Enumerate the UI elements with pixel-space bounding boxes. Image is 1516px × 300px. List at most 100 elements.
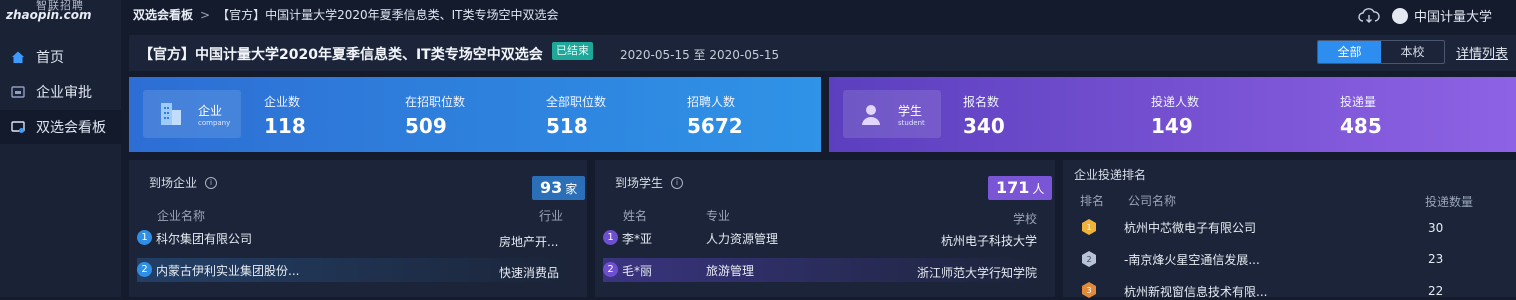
stat-value: 340 bbox=[963, 114, 1005, 138]
logo-text-en: zhaopin.com bbox=[6, 8, 92, 22]
count-value: 171 bbox=[996, 178, 1030, 197]
user-avatar-icon[interactable] bbox=[1391, 7, 1408, 24]
stat-registrations: 报名数 340 bbox=[963, 93, 1005, 138]
company-category-box: 企业 company bbox=[143, 90, 241, 138]
stat-value: 509 bbox=[405, 114, 447, 138]
panel-title-text: 到场学生 bbox=[615, 176, 664, 190]
bronze-medal-icon: 3 bbox=[1082, 282, 1096, 298]
student-name: 李*亚 bbox=[622, 232, 653, 246]
stat-label: 报名数 bbox=[963, 95, 1000, 109]
sidebar-item-dashboard[interactable]: 双选会看板 bbox=[0, 110, 121, 144]
company-stats-band: 企业 company 企业数 118 在招职位数 509 全部职位数 518 招聘人数… bbox=[129, 77, 821, 152]
info-icon[interactable]: i bbox=[205, 176, 218, 189]
table-row[interactable]: 1 李*亚 人力资源管理 杭州电子科技大学 bbox=[603, 226, 1045, 250]
breadcrumb-separator: > bbox=[200, 8, 211, 22]
column-header-major: 专业 bbox=[706, 209, 731, 223]
count-value: 93 bbox=[540, 178, 563, 197]
ranking-count: 30 bbox=[1428, 221, 1444, 235]
stat-label: 招聘人数 bbox=[687, 95, 736, 109]
panel-title: 到场企业 i bbox=[149, 174, 218, 191]
panel-title: 企业投递排名 bbox=[1074, 168, 1147, 182]
student-major: 人力资源管理 bbox=[706, 232, 779, 246]
table-row[interactable]: 2 毛*丽 旅游管理 浙江师范大学行知学院 bbox=[603, 258, 1045, 282]
breadcrumb-current: 【官方】中国计量大学2020年夏季信息类、IT类专场空中双选会 bbox=[217, 8, 559, 22]
svg-text:2: 2 bbox=[1086, 255, 1091, 264]
sidebar: 智联招聘 zhaopin.com 首页 企业审批 双选会看板 bbox=[0, 0, 121, 297]
event-header: 【官方】中国计量大学2020年夏季信息类、IT类专场空中双选会 已结束 2020… bbox=[129, 35, 1516, 71]
company-industry: 房地产开... bbox=[499, 235, 559, 249]
sidebar-item-home[interactable]: 首页 bbox=[0, 40, 121, 74]
sidebar-item-label: 双选会看板 bbox=[36, 120, 106, 136]
company-category-sublabel: company bbox=[198, 119, 231, 127]
stat-applicants: 投递人数 149 bbox=[1151, 93, 1199, 138]
delivery-ranking-panel: 企业投递排名 排名 公司名称 投递数量 1 杭州中芯微电子有限公司 30 2 -… bbox=[1063, 160, 1516, 299]
ranking-count: 23 bbox=[1428, 252, 1444, 266]
rank-badge: 1 bbox=[603, 230, 618, 245]
user-name[interactable]: 中国计量大学 bbox=[1414, 6, 1492, 25]
ranking-company-name: 杭州中芯微电子有限公司 bbox=[1124, 221, 1257, 235]
student-category-box: 学生 student bbox=[843, 90, 941, 138]
breadcrumb-root[interactable]: 双选会看板 bbox=[133, 8, 193, 22]
company-name: 内蒙古伊利实业集团股份... bbox=[156, 264, 300, 278]
event-title: 【官方】中国计量大学2020年夏季信息类、IT类专场空中双选会 bbox=[139, 47, 543, 63]
student-icon bbox=[862, 105, 880, 125]
zhaopin-logo[interactable]: 智联招聘 zhaopin.com bbox=[6, 0, 92, 24]
panel-title-text: 到场企业 bbox=[149, 176, 198, 190]
svg-text:3: 3 bbox=[1086, 286, 1091, 295]
student-count-tag: 171 人 bbox=[988, 176, 1053, 200]
dashboard-icon bbox=[11, 121, 25, 133]
user-area: 中国计量大学 bbox=[1358, 6, 1492, 25]
ranking-company-name: -南京烽火星空通信发展... bbox=[1124, 253, 1260, 267]
column-header-school: 学校 bbox=[1013, 212, 1038, 226]
approval-icon bbox=[11, 86, 25, 98]
stat-label: 在招职位数 bbox=[405, 95, 466, 109]
stat-value: 5672 bbox=[687, 114, 743, 138]
scope-own-button[interactable]: 本校 bbox=[1381, 41, 1444, 63]
company-name: 科尔集团有限公司 bbox=[156, 232, 253, 246]
student-category-sublabel: student bbox=[898, 119, 925, 127]
stat-label: 投递量 bbox=[1340, 95, 1377, 109]
student-major: 旅游管理 bbox=[706, 264, 755, 278]
student-name: 毛*丽 bbox=[622, 264, 653, 278]
student-category-label: 学生 bbox=[898, 104, 923, 118]
student-school: 浙江师范大学行知学院 bbox=[917, 266, 1038, 280]
stat-total-positions: 全部职位数 518 bbox=[546, 93, 606, 138]
arrived-students-panel: 到场学生 i 171 人 姓名 专业 学校 1 李*亚 人力资源管理 杭州电子科技大… bbox=[595, 160, 1055, 297]
stat-label: 企业数 bbox=[264, 95, 301, 109]
sidebar-item-label: 首页 bbox=[36, 50, 64, 66]
stat-open-positions: 在招职位数 509 bbox=[405, 93, 465, 138]
rank-badge: 2 bbox=[137, 262, 152, 277]
stat-label: 投递人数 bbox=[1151, 95, 1200, 109]
ranking-company-name: 杭州新视窗信息技术有限... bbox=[1124, 285, 1268, 299]
company-category-label: 企业 bbox=[198, 104, 223, 118]
panel-title: 到场学生 i bbox=[615, 174, 684, 191]
stat-label: 全部职位数 bbox=[546, 95, 607, 109]
status-badge: 已结束 bbox=[552, 42, 593, 60]
table-row[interactable]: 2 内蒙古伊利实业集团股份... 快速消费品 bbox=[137, 258, 577, 282]
stat-company-count: 企业数 118 bbox=[264, 93, 306, 138]
scope-all-button[interactable]: 全部 bbox=[1318, 41, 1381, 63]
column-header-student-name: 姓名 bbox=[623, 209, 648, 223]
detail-list-link[interactable]: 详情列表 bbox=[1456, 43, 1508, 62]
svg-text:1: 1 bbox=[1086, 223, 1091, 232]
company-industry: 快速消费品 bbox=[499, 266, 560, 280]
count-unit: 家 bbox=[565, 182, 578, 196]
sidebar-item-approval[interactable]: 企业审批 bbox=[0, 75, 121, 109]
table-row[interactable]: 1 科尔集团有限公司 房地产开... bbox=[137, 226, 577, 250]
cloud-download-icon[interactable] bbox=[1358, 7, 1380, 24]
building-icon bbox=[161, 103, 181, 125]
company-count-tag: 93 家 bbox=[532, 176, 586, 200]
arrived-companies-panel: 到场企业 i 93 家 企业名称 行业 1 科尔集团有限公司 房地产开... 2 内… bbox=[129, 160, 587, 297]
info-icon[interactable]: i bbox=[671, 176, 684, 189]
stat-applications: 投递量 485 bbox=[1340, 93, 1382, 138]
top-bar: 双选会看板 > 【官方】中国计量大学2020年夏季信息类、IT类专场空中双选会 中国… bbox=[121, 0, 1516, 30]
student-school: 杭州电子科技大学 bbox=[941, 234, 1038, 248]
gold-medal-icon: 1 bbox=[1082, 219, 1096, 235]
stat-value: 118 bbox=[264, 114, 306, 138]
column-header-company-name: 企业名称 bbox=[157, 209, 206, 223]
event-date-range: 2020-05-15 至 2020-05-15 bbox=[620, 48, 780, 62]
column-header-rank: 排名 bbox=[1080, 194, 1105, 208]
stat-value: 518 bbox=[546, 114, 588, 138]
breadcrumb: 双选会看板 > 【官方】中国计量大学2020年夏季信息类、IT类专场空中双选会 bbox=[133, 6, 559, 23]
scope-toggle: 全部 本校 bbox=[1317, 40, 1445, 64]
